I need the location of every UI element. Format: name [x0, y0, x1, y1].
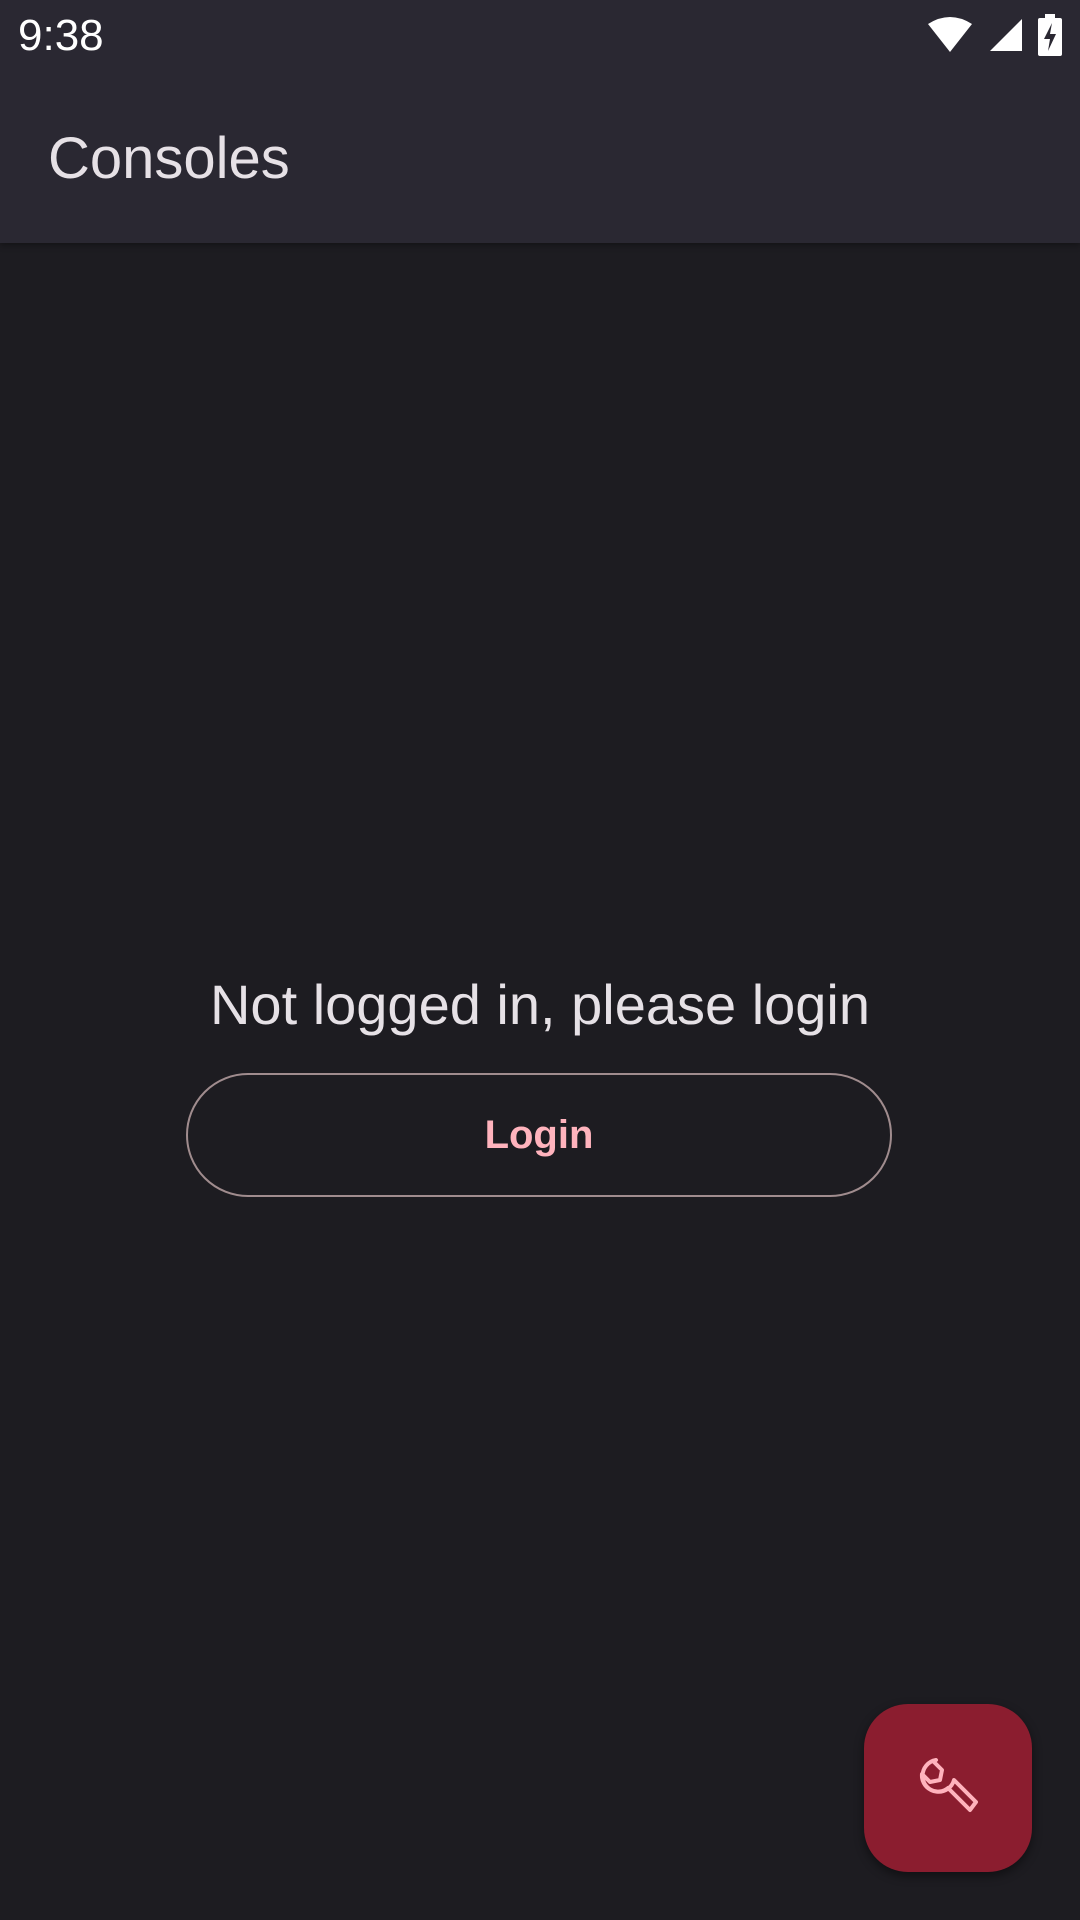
- status-icons: [926, 14, 1062, 56]
- status-time: 9:38: [18, 11, 104, 60]
- login-button-label: Login: [484, 1112, 594, 1157]
- status-bar: 9:38: [0, 0, 1080, 72]
- signal-icon: [988, 17, 1024, 53]
- screen: 9:38 Consoles Not logged in, please logi…: [0, 0, 1080, 1920]
- login-button[interactable]: Login: [186, 1073, 892, 1197]
- not-logged-in-message: Not logged in, please login: [209, 973, 871, 1036]
- wrench-icon: [912, 1750, 984, 1827]
- wifi-icon: [926, 16, 974, 54]
- login-prompt: Not logged in, please login: [0, 960, 1080, 1050]
- battery-charging-icon: [1038, 14, 1062, 56]
- app-header: 9:38 Consoles: [0, 0, 1080, 243]
- tools-fab-button[interactable]: [864, 1704, 1032, 1872]
- page-title: Consoles: [48, 126, 290, 191]
